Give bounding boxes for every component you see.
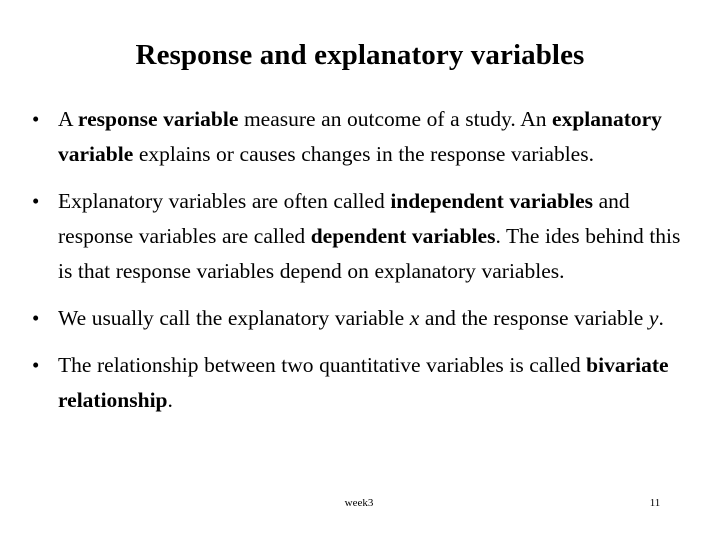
bullet-text-3: We usually call the explanatory variable… [58,306,664,330]
list-item: • A response variable measure an outcome… [26,102,694,172]
bullet-point-icon: • [32,306,40,330]
page-number: 11 [649,497,661,509]
bullet-point-icon: • [32,353,40,377]
bullet-point-icon: • [32,189,40,213]
bullet-point-icon: • [32,107,40,131]
list-item: • Explanatory variables are often called… [26,184,694,289]
list-item: • The relationship between two quantitat… [26,348,694,418]
slide-body: • A response variable measure an outcome… [26,102,694,418]
slide-canvas: Response and explanatory variables • A r… [0,0,720,540]
page-title: Response and explanatory variables [135,39,585,71]
bullet-text-4: The relationship between two quantitativ… [58,353,669,412]
bullet-text-2: Explanatory variables are often called i… [58,189,681,283]
footer-label: week3 [344,497,374,509]
bullet-text-1: A response variable measure an outcome o… [58,107,662,166]
slide-footer: week3 [0,496,720,510]
list-item: • We usually call the explanatory variab… [26,301,694,336]
